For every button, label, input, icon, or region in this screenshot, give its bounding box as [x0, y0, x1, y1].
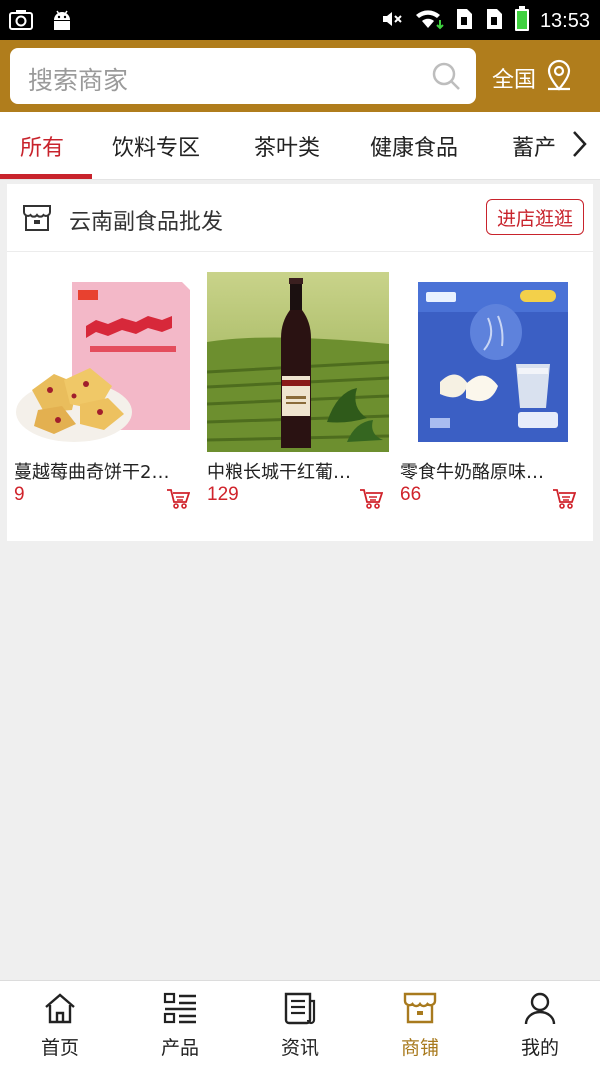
region-label: 全国 — [492, 68, 537, 93]
cart-icon[interactable] — [166, 488, 191, 514]
nav-home[interactable]: 首页 — [0, 981, 120, 1067]
nav-products[interactable]: 产品 — [120, 981, 240, 1067]
battery-icon — [514, 6, 530, 36]
product-name[interactable]: 蔓越莓曲奇饼干2… — [14, 458, 194, 484]
store-header: 云南副食品批发 进店逛逛 — [7, 184, 593, 252]
store-icon — [21, 202, 53, 238]
active-tab-indicator — [0, 174, 92, 179]
nav-label: 我的 — [520, 1037, 559, 1059]
category-tabs: 所有 饮料专区 茶叶类 健康食品 蓄产 — [0, 112, 600, 180]
nav-label: 产品 — [160, 1037, 199, 1059]
product-card[interactable]: 中粮长城干红葡… 129 — [207, 272, 389, 512]
search-bar[interactable]: 搜索商家 — [10, 48, 476, 104]
clock: 13:53 — [539, 9, 590, 32]
product-card[interactable]: 蔓越莓曲奇饼干2… 9 — [14, 272, 196, 512]
mute-icon — [380, 7, 404, 35]
product-name[interactable]: 中粮长城干红葡… — [207, 458, 387, 484]
product-image-wine[interactable] — [207, 272, 389, 452]
store-card: 云南副食品批发 进店逛逛 蔓越莓曲奇饼干2… 9 中粮长城干红葡… 129 零食… — [7, 184, 593, 541]
list-icon — [162, 991, 198, 1029]
nav-shops[interactable]: 商铺 — [360, 981, 480, 1067]
screenshot-icon — [8, 8, 34, 36]
sim2-icon — [484, 7, 504, 35]
product-card[interactable]: 零食牛奶酪原味… 66 — [400, 272, 582, 512]
home-icon — [42, 991, 78, 1029]
nav-me[interactable]: 我的 — [480, 981, 600, 1067]
tab-livestock[interactable]: 蓄产 — [512, 130, 556, 162]
search-placeholder: 搜索商家 — [28, 66, 129, 95]
product-price: 129 — [207, 484, 239, 505]
nav-label: 首页 — [40, 1037, 79, 1059]
chevron-right-icon — [571, 129, 589, 163]
user-icon — [522, 991, 558, 1029]
product-price: 66 — [400, 484, 422, 505]
tab-all[interactable]: 所有 — [20, 130, 64, 162]
cart-icon[interactable] — [552, 488, 577, 514]
region-selector[interactable]: 全国 — [492, 58, 574, 98]
product-price: 9 — [14, 484, 25, 505]
nav-news[interactable]: 资讯 — [240, 981, 360, 1067]
tabs-scroll-right[interactable] — [560, 112, 600, 179]
status-bar: 13:53 — [0, 0, 600, 40]
app-header: 搜索商家 全国 — [0, 40, 600, 112]
store-name: 云南副食品批发 — [69, 210, 224, 235]
enter-store-button[interactable]: 进店逛逛 — [486, 199, 584, 235]
product-name[interactable]: 零食牛奶酪原味… — [400, 458, 580, 484]
news-icon — [282, 991, 318, 1029]
tab-drinks[interactable]: 饮料专区 — [112, 130, 200, 162]
sim1-icon — [454, 7, 474, 35]
product-image-cookies[interactable] — [14, 272, 196, 452]
wifi-icon — [414, 7, 444, 35]
android-icon — [50, 8, 74, 36]
bottom-nav: 首页 产品 资讯 商铺 我的 — [0, 980, 600, 1067]
nav-label: 资讯 — [280, 1037, 319, 1059]
tab-tea[interactable]: 茶叶类 — [254, 130, 320, 162]
search-icon[interactable] — [430, 60, 462, 96]
product-image-cheese[interactable] — [400, 272, 582, 452]
location-pin-icon — [544, 58, 574, 98]
shop-icon — [402, 991, 438, 1029]
tab-health-food[interactable]: 健康食品 — [370, 130, 458, 162]
nav-label: 商铺 — [400, 1037, 439, 1059]
cart-icon[interactable] — [359, 488, 384, 514]
